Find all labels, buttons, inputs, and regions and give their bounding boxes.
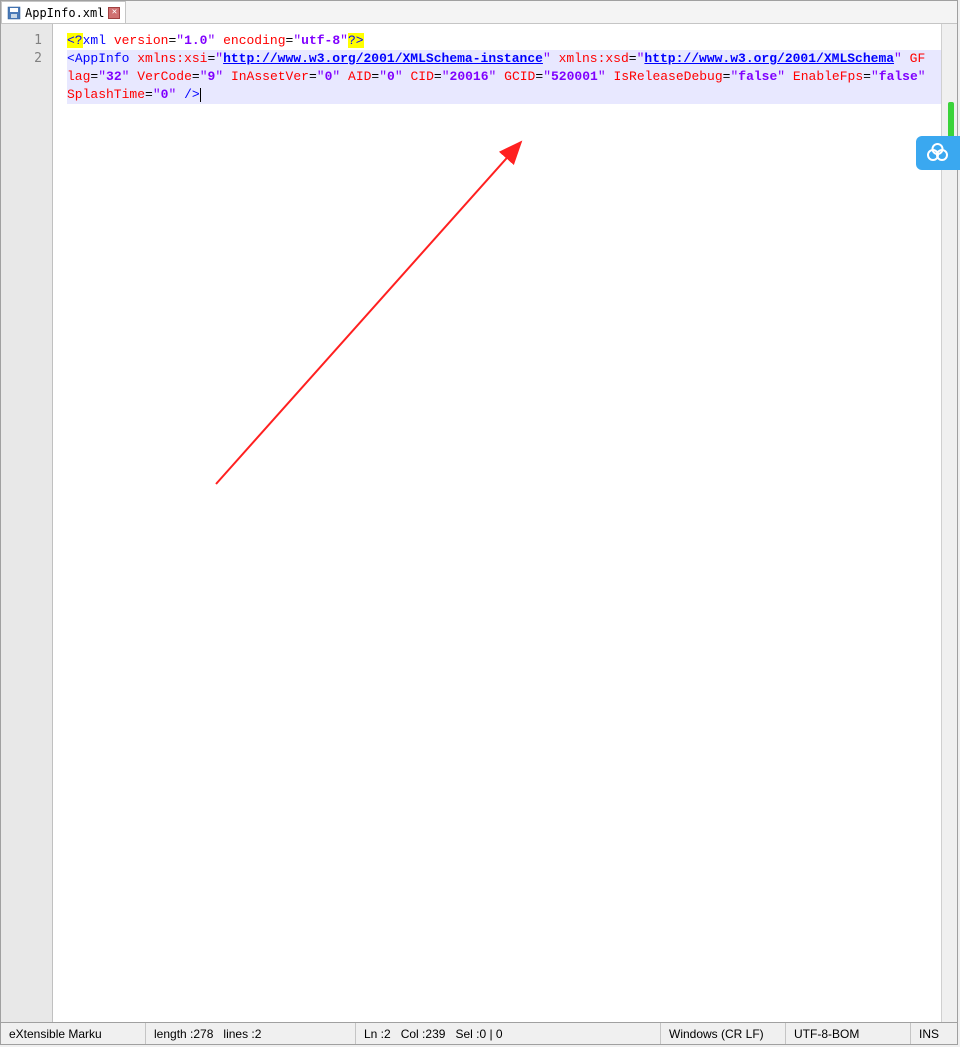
vertical-scrollbar[interactable] [941, 24, 957, 1022]
cloud-widget-icon[interactable] [916, 136, 960, 170]
file-tab[interactable]: AppInfo.xml ✕ [1, 1, 126, 23]
code-content[interactable]: <?xml version="1.0" encoding="utf-8"?> <… [53, 24, 941, 1022]
status-insert-mode[interactable]: INS [911, 1023, 957, 1044]
status-language: eXtensible Marku [1, 1023, 146, 1044]
status-cursor-position: Ln : 2 Col : 239 Sel : 0 | 0 [356, 1023, 661, 1044]
line-number-gutter: 1 2 [1, 24, 53, 1022]
save-icon [7, 6, 21, 20]
status-eol[interactable]: Windows (CR LF) [661, 1023, 786, 1044]
status-bar: eXtensible Marku length : 278 lines : 2 … [1, 1022, 957, 1044]
status-encoding[interactable]: UTF-8-BOM [786, 1023, 911, 1044]
tab-filename: AppInfo.xml [25, 6, 104, 20]
text-cursor [200, 88, 201, 102]
line-number: 1 [1, 32, 42, 50]
tab-bar: AppInfo.xml ✕ [1, 1, 957, 24]
status-length-lines: length : 278 lines : 2 [146, 1023, 356, 1044]
line-number: 2 [1, 50, 42, 68]
editor-window: AppInfo.xml ✕ 1 2 <?xml version="1.0" en… [0, 0, 958, 1045]
editor-area[interactable]: 1 2 <?xml version="1.0" encoding="utf-8"… [1, 24, 957, 1022]
close-icon[interactable]: ✕ [108, 7, 120, 19]
